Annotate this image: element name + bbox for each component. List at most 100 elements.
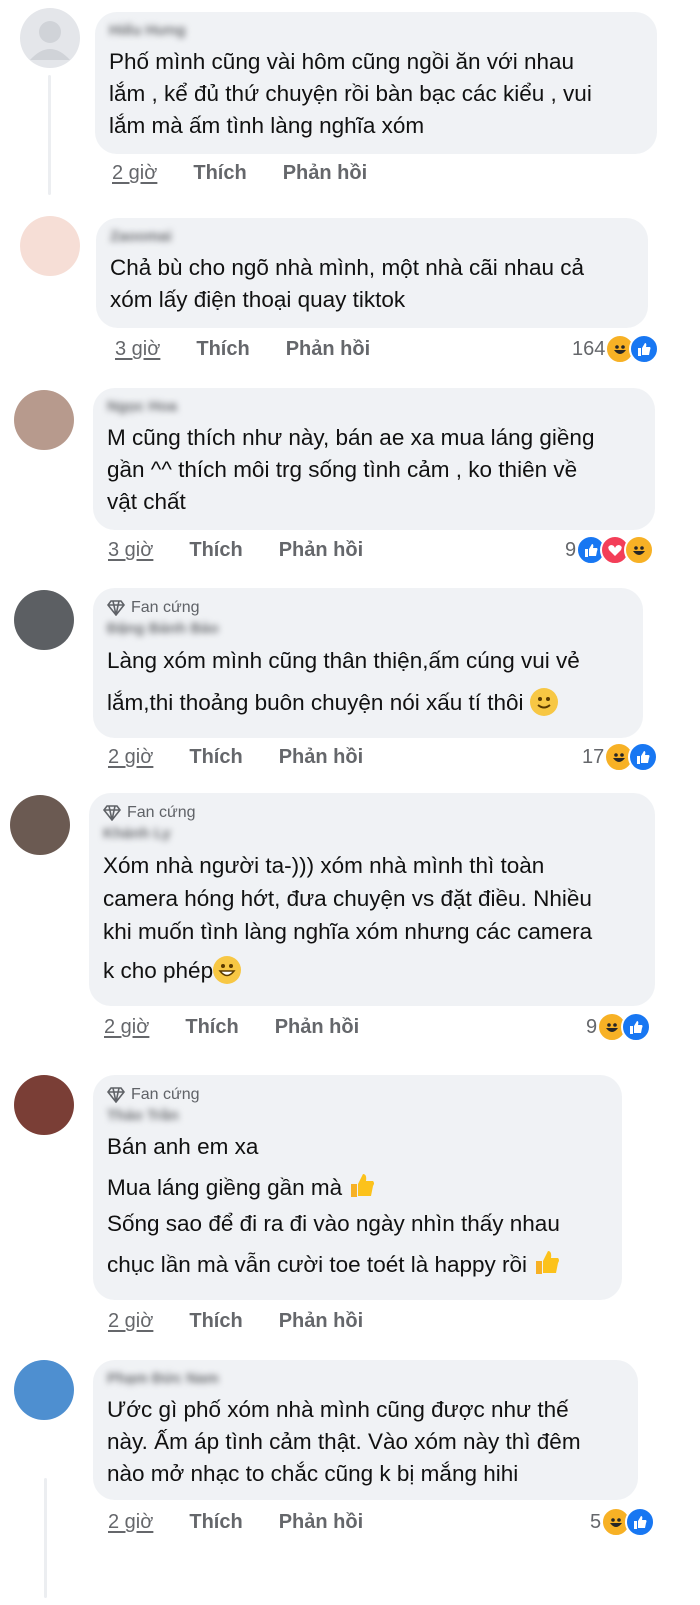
comment-line: Sống sao để đi ra đi vào ngày nhìn thấy … [107, 1211, 560, 1236]
comment-line: xóm lấy điện thoại quay tiktok [110, 287, 406, 312]
comment-line: Ước gì phố xóm nhà mình cũng được như th… [107, 1397, 569, 1422]
reaction-count: 164 [572, 337, 606, 360]
comment-line: khi muốn tình làng nghĩa xóm nhưng các c… [103, 919, 593, 944]
badge-label: Fan cứng [131, 1086, 200, 1103]
comment-bubble: Ngọc Hoa M cũng thích như này, bán ae xa… [93, 388, 655, 530]
comment-line: lắm,thi thoảng buôn chuyện nói xấu tí th… [107, 682, 629, 724]
comment-time[interactable]: 2 giờ [108, 1511, 153, 1534]
avatar[interactable] [14, 1075, 74, 1135]
like-button[interactable]: Thích [189, 1310, 242, 1333]
comment-author[interactable]: Ngọc Hoa [107, 398, 641, 416]
comment-line: gần ^^ thích môi trg sống tình cảm , ko … [107, 457, 578, 482]
comment-actions: 3 giờ Thích Phản hồi [115, 338, 370, 361]
comment-line: Xóm nhà người ta-))) xóm nhà mình thì to… [103, 853, 545, 878]
comment-text: Bán anh em xa Mua láng giềng gần mà Sống… [107, 1131, 608, 1285]
like-icon [629, 334, 660, 364]
comment-line: Chả bù cho ngõ nhà mình, một nhà cãi nha… [110, 255, 585, 280]
comment-line: chục lần mà vẫn cười toe toét là happy r… [107, 1248, 608, 1285]
fan-badge: Fan cứng [107, 598, 629, 618]
thread-line [48, 75, 51, 195]
like-button[interactable]: Thích [185, 1016, 238, 1039]
comment-bubble: Fan cứng Thảo Trần Bán anh em xa Mua lán… [93, 1075, 622, 1300]
comment-line: camera hóng hớt, đưa chuyện vs đặt điều.… [103, 886, 592, 911]
comment-line: này. Ấm áp tình cảm thật. Vào xóm này th… [107, 1429, 581, 1454]
comment-actions: 2 giờ Thích Phản hồi [108, 746, 363, 769]
avatar[interactable] [14, 590, 74, 650]
avatar[interactable] [14, 390, 74, 450]
comment-bubble: Hiếu Hưng Phố mình cũng vài hôm cũng ngồ… [95, 12, 657, 154]
reply-button[interactable]: Phản hồi [286, 338, 370, 361]
like-icon [625, 1507, 656, 1537]
comment-author[interactable]: Hiếu Hưng [109, 22, 643, 40]
fan-badge: Fan cứng [107, 1085, 608, 1105]
comment-line: Mua láng giềng gần mà [107, 1171, 608, 1208]
like-button[interactable]: Thích [189, 1511, 242, 1534]
comment-time[interactable]: 2 giờ [104, 1016, 149, 1039]
reaction-count: 5 [590, 1510, 602, 1533]
comment-time[interactable]: 2 giờ [108, 1310, 153, 1333]
comment-text: Làng xóm mình cũng thân thiện,ấm cúng vu… [107, 640, 629, 724]
reply-button[interactable]: Phản hồi [279, 1511, 363, 1534]
avatar[interactable] [10, 795, 70, 855]
comment-time[interactable]: 2 giờ [112, 162, 157, 185]
reaction-summary[interactable]: 5 [590, 1507, 656, 1537]
reply-button[interactable]: Phản hồi [279, 746, 363, 769]
comment-line-text: chục lần mà vẫn cười toe toét là happy r… [107, 1252, 528, 1277]
comment-line: vật chất [107, 489, 186, 514]
thread-line [44, 1478, 47, 1598]
comment-line: Bán anh em xa [107, 1134, 259, 1159]
comment-line-text: Mua láng giềng gần mà [107, 1175, 343, 1200]
reply-button[interactable]: Phản hồi [279, 539, 363, 562]
like-button[interactable]: Thích [196, 338, 249, 361]
avatar[interactable] [20, 216, 80, 276]
comment-time[interactable]: 3 giờ [115, 338, 160, 361]
comment-text: Ước gì phố xóm nhà mình cũng được như th… [107, 1394, 624, 1490]
comment-author[interactable]: Đặng Bảnh Bảo [107, 620, 629, 638]
default-avatar-icon [30, 21, 70, 60]
haha-icon [624, 535, 655, 565]
comment-actions: 3 giờ Thích Phản hồi [108, 539, 363, 562]
comment-bubble: Phạm Đức Nam Ước gì phố xóm nhà mình cũn… [93, 1360, 638, 1500]
badge-label: Fan cứng [127, 804, 196, 821]
comment-line: k cho phép [103, 954, 641, 987]
reply-button[interactable]: Phản hồi [275, 1016, 359, 1039]
reply-button[interactable]: Phản hồi [283, 162, 367, 185]
like-button[interactable]: Thích [189, 539, 242, 562]
comment-author[interactable]: Thảo Trần [107, 1107, 608, 1125]
comment-actions: 2 giờ Thích Phản hồi [108, 1310, 363, 1333]
comment-time[interactable]: 2 giờ [108, 746, 153, 769]
reaction-count: 9 [586, 1015, 598, 1038]
avatar[interactable] [14, 1360, 74, 1420]
like-button[interactable]: Thích [193, 162, 246, 185]
reaction-summary[interactable]: 9 [565, 535, 655, 565]
comment-line-text: k cho phép [103, 958, 214, 983]
comment-author[interactable]: Khánh Ly [103, 825, 641, 843]
like-button[interactable]: Thích [189, 746, 242, 769]
reaction-count: 9 [565, 538, 577, 561]
comment-actions: 2 giờ Thích Phản hồi [108, 1511, 363, 1534]
avatar[interactable] [20, 8, 80, 68]
smile-emoji-icon [529, 688, 558, 716]
comment-line: lắm , kể đủ thứ chuyện rồi bàn bạc các k… [109, 81, 592, 106]
comment-actions: 2 giờ Thích Phản hồi [112, 162, 367, 185]
comment-text: Xóm nhà người ta-))) xóm nhà mình thì to… [103, 849, 641, 987]
comment-line: M cũng thích như này, bán ae xa mua láng… [107, 425, 595, 450]
comment-text: M cũng thích như này, bán ae xa mua láng… [107, 422, 641, 518]
comment-author[interactable]: Phạm Đức Nam [107, 1370, 624, 1388]
reaction-summary[interactable]: 164 [572, 334, 660, 364]
reaction-summary[interactable]: 17 [582, 742, 659, 772]
comment-line: Phố mình cũng vài hôm cũng ngồi ăn với n… [109, 49, 575, 74]
badge-label: Fan cứng [131, 599, 200, 616]
like-icon [628, 742, 659, 772]
thumbs-up-emoji-icon [348, 1171, 376, 1208]
reaction-summary[interactable]: 9 [586, 1012, 652, 1042]
like-icon [621, 1012, 652, 1042]
comment-time[interactable]: 3 giờ [108, 539, 153, 562]
comment-bubble: Zaoomai Chả bù cho ngõ nhà mình, một nhà… [96, 218, 648, 328]
reaction-count: 17 [582, 745, 605, 768]
comment-text: Chả bù cho ngõ nhà mình, một nhà cãi nha… [110, 252, 634, 316]
grin-emoji-icon [213, 956, 242, 984]
comment-bubble: Fan cứng Khánh Ly Xóm nhà người ta-))) x… [89, 793, 655, 1006]
comment-author[interactable]: Zaoomai [110, 228, 634, 246]
reply-button[interactable]: Phản hồi [279, 1310, 363, 1333]
